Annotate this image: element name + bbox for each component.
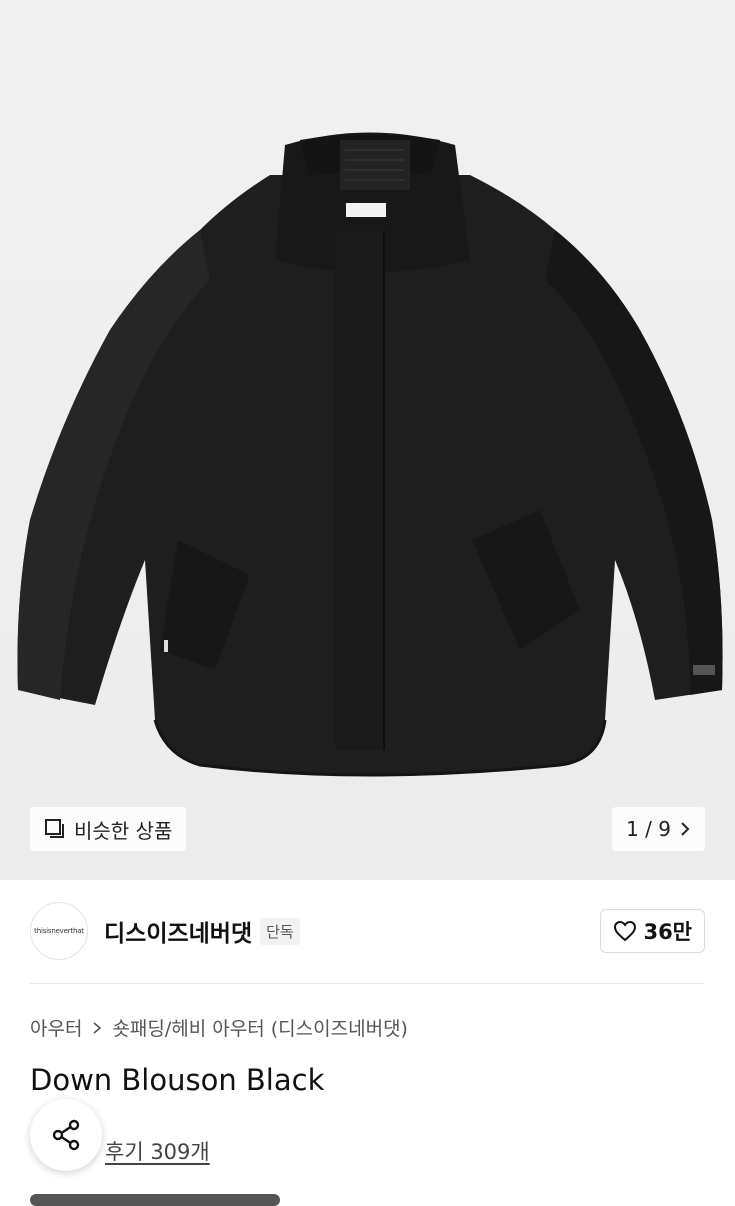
like-button[interactable]: 36만 bbox=[600, 909, 705, 953]
similar-items-icon bbox=[45, 819, 64, 838]
brand-logo-text: thisisneverthat bbox=[34, 927, 84, 935]
share-icon bbox=[52, 1119, 80, 1151]
product-title: Down Blouson Black bbox=[30, 1063, 325, 1097]
breadcrumb-item-category[interactable]: 숏패딩/헤비 아우터 (디스이즈네버댓) bbox=[112, 1014, 408, 1041]
product-photo bbox=[17, 132, 723, 777]
image-counter-text: 1 / 9 bbox=[626, 817, 671, 841]
breadcrumb-item-outer[interactable]: 아우터 bbox=[30, 1014, 82, 1041]
chevron-right-icon bbox=[681, 822, 690, 836]
like-count: 36만 bbox=[643, 920, 692, 944]
bottom-bar bbox=[30, 1194, 280, 1206]
breadcrumb: 아우터 숏패딩/헤비 아우터 (디스이즈네버댓) bbox=[30, 1014, 408, 1041]
product-image-carousel[interactable]: 비슷한 상품 1 / 9 bbox=[0, 0, 735, 880]
divider bbox=[30, 983, 705, 984]
brand-name[interactable]: 디스이즈네버댓 bbox=[104, 914, 252, 948]
image-counter[interactable]: 1 / 9 bbox=[612, 807, 705, 851]
brand-row: thisisneverthat 디스이즈네버댓 단독 36만 bbox=[30, 900, 705, 962]
exclusive-badge: 단독 bbox=[260, 917, 300, 945]
similar-items-label: 비슷한 상품 bbox=[74, 818, 173, 843]
chevron-right-icon bbox=[93, 1021, 102, 1034]
share-button[interactable] bbox=[30, 1099, 102, 1171]
reviews-link[interactable]: 후기 309개 bbox=[105, 1136, 210, 1166]
heart-icon bbox=[614, 920, 637, 942]
brand-logo[interactable]: thisisneverthat bbox=[30, 902, 88, 960]
similar-items-button[interactable]: 비슷한 상품 bbox=[30, 807, 187, 851]
